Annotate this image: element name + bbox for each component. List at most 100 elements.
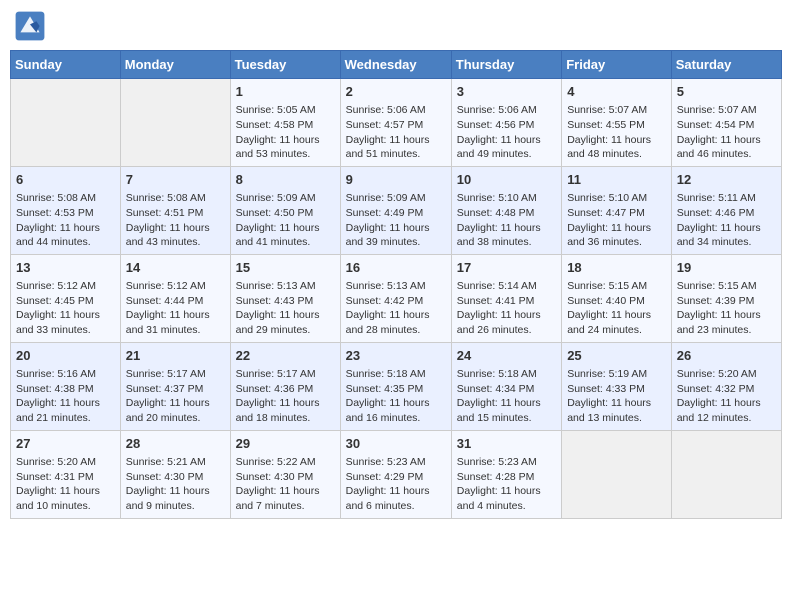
day-number: 14: [126, 259, 225, 277]
calendar-cell: [120, 79, 230, 167]
calendar-cell: 20 Sunrise: 5:16 AM Sunset: 4:38 PM Dayli…: [11, 342, 121, 430]
day-header-friday: Friday: [562, 51, 672, 79]
day-number: 13: [16, 259, 115, 277]
page-header: [10, 10, 782, 42]
calendar-table: SundayMondayTuesdayWednesdayThursdayFrid…: [10, 50, 782, 519]
calendar-cell: 5 Sunrise: 5:07 AM Sunset: 4:54 PM Daylig…: [671, 79, 781, 167]
day-number: 11: [567, 171, 666, 189]
day-number: 10: [457, 171, 556, 189]
cell-info: Sunrise: 5:22 AM Sunset: 4:30 PM Dayligh…: [236, 455, 335, 514]
day-number: 24: [457, 347, 556, 365]
calendar-cell: 12 Sunrise: 5:11 AM Sunset: 4:46 PM Dayli…: [671, 166, 781, 254]
cell-info: Sunrise: 5:09 AM Sunset: 4:49 PM Dayligh…: [346, 191, 446, 250]
day-number: 26: [677, 347, 776, 365]
cell-info: Sunrise: 5:21 AM Sunset: 4:30 PM Dayligh…: [126, 455, 225, 514]
calendar-cell: 6 Sunrise: 5:08 AM Sunset: 4:53 PM Daylig…: [11, 166, 121, 254]
cell-info: Sunrise: 5:17 AM Sunset: 4:37 PM Dayligh…: [126, 367, 225, 426]
calendar-cell: 25Sunrise: 5:19 AM Sunset: 4:33 PM Dayli…: [562, 342, 672, 430]
logo: [14, 10, 50, 42]
day-header-wednesday: Wednesday: [340, 51, 451, 79]
day-number: 23: [346, 347, 446, 365]
week-row-1: 1Sunrise: 5:05 AM Sunset: 4:58 PM Daylig…: [11, 79, 782, 167]
day-header-monday: Monday: [120, 51, 230, 79]
calendar-header-row: SundayMondayTuesdayWednesdayThursdayFrid…: [11, 51, 782, 79]
cell-info: Sunrise: 5:23 AM Sunset: 4:28 PM Dayligh…: [457, 455, 556, 514]
calendar-cell: 26 Sunrise: 5:20 AM Sunset: 4:32 PM Dayli…: [671, 342, 781, 430]
cell-info: Sunrise: 5:23 AM Sunset: 4:29 PM Dayligh…: [346, 455, 446, 514]
cell-info: Sunrise: 5:06 AM Sunset: 4:56 PM Dayligh…: [457, 103, 556, 162]
week-row-3: 13 Sunrise: 5:12 AM Sunset: 4:45 PM Dayli…: [11, 254, 782, 342]
cell-info: Sunrise: 5:15 AM Sunset: 4:40 PM Dayligh…: [567, 279, 666, 338]
cell-info: Sunrise: 5:12 AM Sunset: 4:45 PM Dayligh…: [16, 279, 115, 338]
calendar-cell: 11 Sunrise: 5:10 AM Sunset: 4:47 PM Dayli…: [562, 166, 672, 254]
day-number: 22: [236, 347, 335, 365]
calendar-cell: [671, 430, 781, 518]
cell-info: Sunrise: 5:06 AM Sunset: 4:57 PM Dayligh…: [346, 103, 446, 162]
calendar-cell: 2 Sunrise: 5:06 AM Sunset: 4:57 PM Daylig…: [340, 79, 451, 167]
day-number: 18: [567, 259, 666, 277]
cell-info: Sunrise: 5:13 AM Sunset: 4:43 PM Dayligh…: [236, 279, 335, 338]
week-row-5: 27 Sunrise: 5:20 AM Sunset: 4:31 PM Dayli…: [11, 430, 782, 518]
day-number: 15: [236, 259, 335, 277]
day-number: 7: [126, 171, 225, 189]
calendar-cell: 31 Sunrise: 5:23 AM Sunset: 4:28 PM Dayli…: [451, 430, 561, 518]
day-number: 3: [457, 83, 556, 101]
day-number: 28: [126, 435, 225, 453]
day-number: 6: [16, 171, 115, 189]
cell-info: Sunrise: 5:13 AM Sunset: 4:42 PM Dayligh…: [346, 279, 446, 338]
day-number: 30: [346, 435, 446, 453]
calendar-cell: 4 Sunrise: 5:07 AM Sunset: 4:55 PM Daylig…: [562, 79, 672, 167]
cell-info: Sunrise: 5:10 AM Sunset: 4:47 PM Dayligh…: [567, 191, 666, 250]
cell-info: Sunrise: 5:05 AM Sunset: 4:58 PM Dayligh…: [236, 103, 335, 162]
cell-info: Sunrise: 5:20 AM Sunset: 4:31 PM Dayligh…: [16, 455, 115, 514]
day-number: 2: [346, 83, 446, 101]
calendar-cell: 21Sunrise: 5:17 AM Sunset: 4:37 PM Dayli…: [120, 342, 230, 430]
cell-info: Sunrise: 5:15 AM Sunset: 4:39 PM Dayligh…: [677, 279, 776, 338]
calendar-cell: 7 Sunrise: 5:08 AM Sunset: 4:51 PM Daylig…: [120, 166, 230, 254]
week-row-4: 20 Sunrise: 5:16 AM Sunset: 4:38 PM Dayli…: [11, 342, 782, 430]
calendar-cell: 27 Sunrise: 5:20 AM Sunset: 4:31 PM Dayli…: [11, 430, 121, 518]
cell-info: Sunrise: 5:18 AM Sunset: 4:34 PM Dayligh…: [457, 367, 556, 426]
day-number: 12: [677, 171, 776, 189]
calendar-cell: 19 Sunrise: 5:15 AM Sunset: 4:39 PM Dayli…: [671, 254, 781, 342]
cell-info: Sunrise: 5:20 AM Sunset: 4:32 PM Dayligh…: [677, 367, 776, 426]
calendar-cell: 30 Sunrise: 5:23 AM Sunset: 4:29 PM Dayli…: [340, 430, 451, 518]
cell-info: Sunrise: 5:08 AM Sunset: 4:51 PM Dayligh…: [126, 191, 225, 250]
day-header-saturday: Saturday: [671, 51, 781, 79]
day-number: 27: [16, 435, 115, 453]
week-row-2: 6 Sunrise: 5:08 AM Sunset: 4:53 PM Daylig…: [11, 166, 782, 254]
cell-info: Sunrise: 5:18 AM Sunset: 4:35 PM Dayligh…: [346, 367, 446, 426]
calendar-cell: 15 Sunrise: 5:13 AM Sunset: 4:43 PM Dayli…: [230, 254, 340, 342]
day-number: 31: [457, 435, 556, 453]
cell-info: Sunrise: 5:11 AM Sunset: 4:46 PM Dayligh…: [677, 191, 776, 250]
day-number: 29: [236, 435, 335, 453]
day-number: 17: [457, 259, 556, 277]
day-number: 8: [236, 171, 335, 189]
day-number: 4: [567, 83, 666, 101]
day-number: 19: [677, 259, 776, 277]
calendar-cell: 22 Sunrise: 5:17 AM Sunset: 4:36 PM Dayli…: [230, 342, 340, 430]
calendar-cell: 18 Sunrise: 5:15 AM Sunset: 4:40 PM Dayli…: [562, 254, 672, 342]
logo-icon: [14, 10, 46, 42]
cell-info: Sunrise: 5:07 AM Sunset: 4:55 PM Dayligh…: [567, 103, 666, 162]
calendar-cell: 17Sunrise: 5:14 AM Sunset: 4:41 PM Dayli…: [451, 254, 561, 342]
calendar-cell: 9 Sunrise: 5:09 AM Sunset: 4:49 PM Daylig…: [340, 166, 451, 254]
calendar-cell: 24 Sunrise: 5:18 AM Sunset: 4:34 PM Dayli…: [451, 342, 561, 430]
cell-info: Sunrise: 5:19 AM Sunset: 4:33 PM Dayligh…: [567, 367, 666, 426]
calendar-cell: 14Sunrise: 5:12 AM Sunset: 4:44 PM Dayli…: [120, 254, 230, 342]
cell-info: Sunrise: 5:08 AM Sunset: 4:53 PM Dayligh…: [16, 191, 115, 250]
calendar-cell: 16 Sunrise: 5:13 AM Sunset: 4:42 PM Dayli…: [340, 254, 451, 342]
calendar-cell: 1Sunrise: 5:05 AM Sunset: 4:58 PM Daylig…: [230, 79, 340, 167]
day-number: 16: [346, 259, 446, 277]
cell-info: Sunrise: 5:07 AM Sunset: 4:54 PM Dayligh…: [677, 103, 776, 162]
day-number: 9: [346, 171, 446, 189]
cell-info: Sunrise: 5:17 AM Sunset: 4:36 PM Dayligh…: [236, 367, 335, 426]
cell-info: Sunrise: 5:16 AM Sunset: 4:38 PM Dayligh…: [16, 367, 115, 426]
calendar-cell: 10 Sunrise: 5:10 AM Sunset: 4:48 PM Dayli…: [451, 166, 561, 254]
day-number: 5: [677, 83, 776, 101]
cell-info: Sunrise: 5:10 AM Sunset: 4:48 PM Dayligh…: [457, 191, 556, 250]
calendar-cell: [562, 430, 672, 518]
calendar-cell: 28 Sunrise: 5:21 AM Sunset: 4:30 PM Dayli…: [120, 430, 230, 518]
day-number: 20: [16, 347, 115, 365]
calendar-cell: 29 Sunrise: 5:22 AM Sunset: 4:30 PM Dayli…: [230, 430, 340, 518]
